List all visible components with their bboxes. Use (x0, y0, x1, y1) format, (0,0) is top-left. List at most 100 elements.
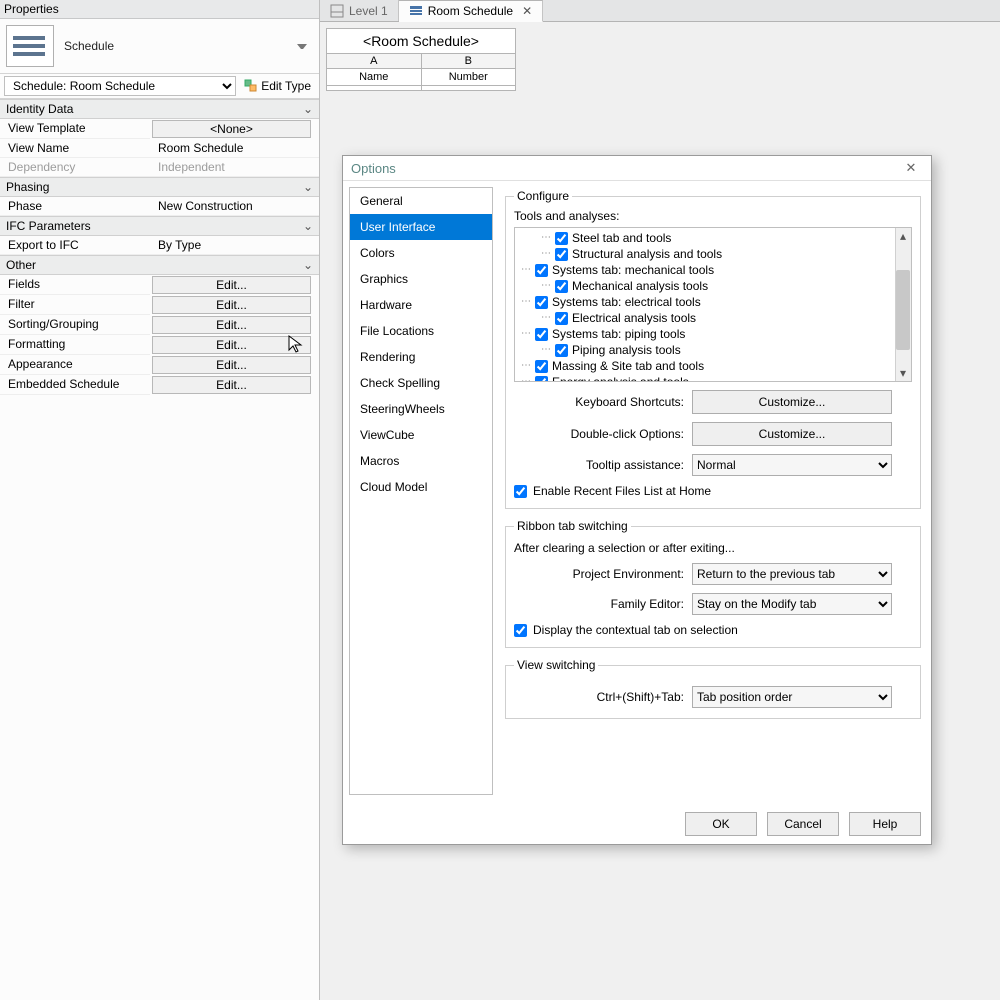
value-export-ifc[interactable]: By Type (150, 236, 319, 255)
close-icon[interactable]: ✕ (899, 160, 923, 176)
nav-macros[interactable]: Macros (350, 448, 492, 474)
schedule-grid[interactable]: <Room Schedule> A B Name Number (326, 28, 516, 91)
type-selector-label: Schedule (64, 39, 297, 53)
value-phase[interactable]: New Construction (150, 197, 319, 216)
tree-checkbox[interactable] (555, 248, 568, 261)
family-type-select[interactable]: Schedule: Room Schedule (4, 76, 236, 96)
tree-checkbox[interactable] (535, 296, 548, 309)
tree-checkbox[interactable] (555, 312, 568, 325)
tree-expander-icon[interactable]: ⋯ (521, 329, 531, 339)
tree-expander-icon[interactable]: ⋯ (541, 313, 551, 323)
collapse-icon[interactable]: ⌄ (301, 102, 313, 116)
tree-item[interactable]: ⋯ Piping analysis tools (515, 342, 911, 358)
cancel-button[interactable]: Cancel (767, 812, 839, 836)
tree-expander-icon[interactable]: ⋯ (541, 233, 551, 243)
tree-item[interactable]: ⋯Systems tab: mechanical tools (515, 262, 911, 278)
label-formatting: Formatting (0, 335, 150, 355)
group-other[interactable]: Other ⌄ (0, 255, 319, 275)
scroll-up-icon[interactable]: ▴ (895, 228, 911, 244)
close-icon[interactable]: ✕ (522, 4, 532, 18)
proj-env-select[interactable]: Return to the previous tab (692, 563, 892, 585)
tools-tree[interactable]: ⋯Steel tab and tools⋯Structural analysis… (514, 227, 912, 382)
embedded-schedule-edit-button[interactable]: Edit... (152, 376, 311, 394)
fields-edit-button[interactable]: Edit... (152, 276, 311, 294)
nav-cloud-model[interactable]: Cloud Model (350, 474, 492, 500)
tree-item-label: Energy analysis and tools (552, 375, 689, 382)
view-switch-group: View switching Ctrl+(Shift)+Tab: Tab pos… (505, 658, 921, 719)
collapse-icon[interactable]: ⌄ (301, 258, 313, 272)
nav-check-spelling[interactable]: Check Spelling (350, 370, 492, 396)
collapse-icon[interactable]: ⌄ (301, 219, 313, 233)
tree-checkbox[interactable] (535, 328, 548, 341)
tree-item[interactable]: ⋯Mechanical analysis tools (515, 278, 911, 294)
tree-checkbox[interactable] (555, 280, 568, 293)
tree-item[interactable]: ⋯ Massing & Site tab and tools (515, 358, 911, 374)
nav-file-locations[interactable]: File Locations (350, 318, 492, 344)
tooltip-select[interactable]: Normal (692, 454, 892, 476)
edit-type-icon (244, 79, 258, 93)
ribbon-group: Ribbon tab switching After clearing a se… (505, 519, 921, 648)
type-selector-row[interactable]: Schedule (0, 19, 319, 74)
tree-item[interactable]: ⋯Steel tab and tools (515, 230, 911, 246)
kb-shortcuts-label: Keyboard Shortcuts: (514, 395, 684, 409)
appearance-edit-button[interactable]: Edit... (152, 356, 311, 374)
sorting-grouping-edit-button[interactable]: Edit... (152, 316, 311, 334)
nav-colors[interactable]: Colors (350, 240, 492, 266)
tree-expander-icon[interactable]: ⋯ (521, 265, 531, 275)
value-view-name[interactable]: Room Schedule (150, 139, 319, 158)
tree-checkbox[interactable] (535, 264, 548, 277)
tree-item[interactable]: ⋯ Systems tab: piping tools (515, 326, 911, 342)
ctrl-tab-select[interactable]: Tab position order (692, 686, 892, 708)
tree-checkbox[interactable] (535, 360, 548, 373)
column-letter-a[interactable]: A (327, 54, 422, 69)
tree-expander-icon[interactable]: ⋯ (541, 345, 551, 355)
ok-button[interactable]: OK (685, 812, 757, 836)
tree-item[interactable]: ⋯Systems tab: electrical tools (515, 294, 911, 310)
tree-item[interactable]: ⋯Electrical analysis tools (515, 310, 911, 326)
nav-hardware[interactable]: Hardware (350, 292, 492, 318)
tree-expander-icon[interactable]: ⋯ (521, 377, 531, 382)
tree-item-label: Piping analysis tools (572, 343, 681, 357)
nav-steeringwheels[interactable]: SteeringWheels (350, 396, 492, 422)
group-identity-data[interactable]: Identity Data ⌄ (0, 99, 319, 119)
tab-level1[interactable]: Level 1 (320, 0, 399, 21)
tree-expander-icon[interactable]: ⋯ (521, 297, 531, 307)
column-letter-b[interactable]: B (422, 54, 516, 69)
scrollbar[interactable]: ▴ ▾ (895, 228, 911, 381)
column-name[interactable]: Name (327, 69, 422, 86)
kb-shortcuts-button[interactable]: Customize... (692, 390, 892, 414)
filter-edit-button[interactable]: Edit... (152, 296, 311, 314)
edit-type-button[interactable]: Edit Type (240, 77, 315, 95)
family-editor-select[interactable]: Stay on the Modify tab (692, 593, 892, 615)
formatting-edit-button[interactable]: Edit... (152, 336, 311, 354)
enable-recent-files-checkbox[interactable] (514, 485, 527, 498)
tree-item[interactable]: ⋯ Energy analysis and tools (515, 374, 911, 382)
tree-checkbox[interactable] (535, 376, 548, 383)
column-number[interactable]: Number (422, 69, 516, 86)
contextual-tab-checkbox[interactable] (514, 624, 527, 637)
tab-room-schedule[interactable]: Room Schedule ✕ (399, 0, 543, 22)
nav-rendering[interactable]: Rendering (350, 344, 492, 370)
view-template-button[interactable]: <None> (152, 120, 311, 138)
collapse-icon[interactable]: ⌄ (301, 180, 313, 194)
tree-expander-icon[interactable]: ⋯ (541, 249, 551, 259)
properties-title: Properties (0, 0, 319, 19)
tree-checkbox[interactable] (555, 232, 568, 245)
help-button[interactable]: Help (849, 812, 921, 836)
tree-checkbox[interactable] (555, 344, 568, 357)
nav-graphics[interactable]: Graphics (350, 266, 492, 292)
tree-item-label: Massing & Site tab and tools (552, 359, 704, 373)
tree-item-label: Systems tab: piping tools (552, 327, 685, 341)
tree-expander-icon[interactable]: ⋯ (521, 361, 531, 371)
scroll-thumb[interactable] (896, 270, 910, 350)
group-ifc[interactable]: IFC Parameters ⌄ (0, 216, 319, 236)
group-phasing[interactable]: Phasing ⌄ (0, 177, 319, 197)
nav-general[interactable]: General (350, 188, 492, 214)
tree-expander-icon[interactable]: ⋯ (541, 281, 551, 291)
dialog-titlebar[interactable]: Options ✕ (343, 156, 931, 181)
scroll-down-icon[interactable]: ▾ (895, 365, 911, 381)
nav-user-interface[interactable]: User Interface (350, 214, 492, 240)
nav-viewcube[interactable]: ViewCube (350, 422, 492, 448)
tree-item[interactable]: ⋯Structural analysis and tools (515, 246, 911, 262)
dblclick-button[interactable]: Customize... (692, 422, 892, 446)
